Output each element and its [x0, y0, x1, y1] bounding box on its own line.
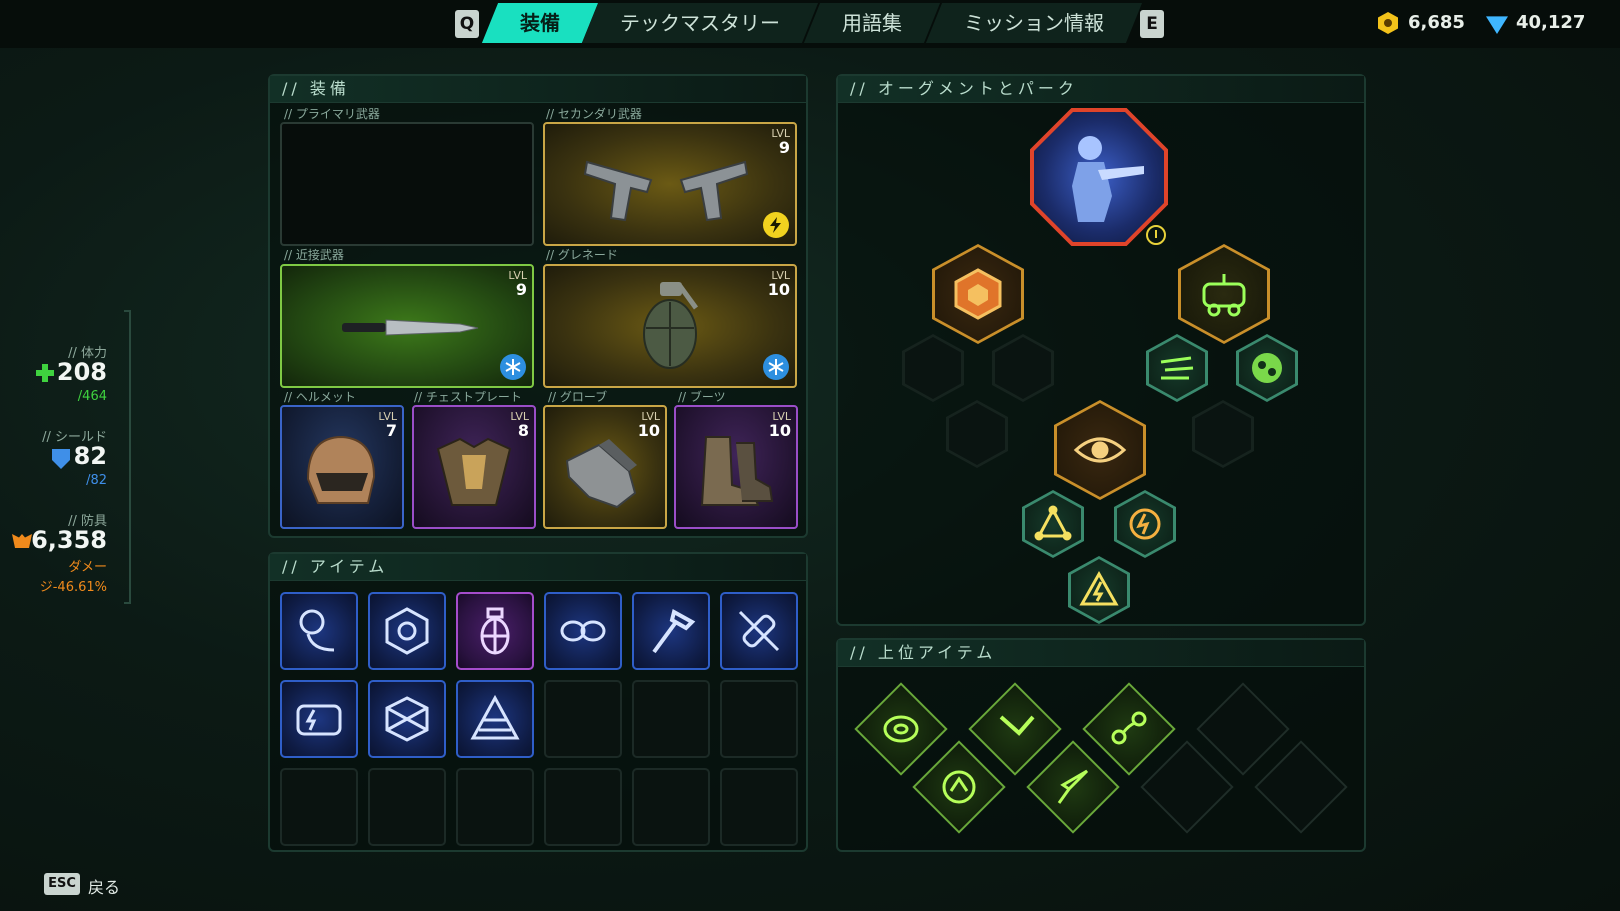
melee-weapon-label: // 近接武器 — [284, 248, 344, 262]
chain-icon — [299, 609, 335, 652]
armor-icon — [12, 534, 32, 548]
drone-icon — [1202, 274, 1246, 317]
item-bandage[interactable] — [720, 592, 798, 670]
item-slot-empty[interactable] — [720, 680, 798, 758]
dual-pistols-icon — [583, 160, 749, 222]
coin-icon — [1378, 12, 1398, 34]
hazard-icon — [1079, 570, 1119, 606]
frag-grenade-icon — [643, 282, 699, 369]
chestplate-slot[interactable]: LVL 8 — [412, 405, 536, 529]
key-e[interactable]: E — [1140, 10, 1164, 38]
gloves-slot[interactable]: LVL 10 — [543, 405, 667, 529]
gloves-icon — [565, 439, 637, 509]
item-slot-empty[interactable] — [544, 680, 622, 758]
target-icon — [1146, 225, 1166, 245]
health-value: 208 — [56, 358, 107, 386]
boots-slot[interactable]: LVL 10 — [674, 405, 798, 529]
esc-key[interactable]: ESC — [44, 873, 80, 895]
item-crate[interactable] — [368, 680, 446, 758]
battery-icon — [296, 704, 342, 736]
chestplate-icon — [436, 437, 512, 506]
tab-tech-mastery[interactable]: テックマスタリー — [581, 3, 819, 43]
item-slot-empty[interactable] — [280, 768, 358, 846]
helmet-icon — [306, 435, 376, 504]
item-slot-empty[interactable] — [456, 768, 534, 846]
item-chain[interactable] — [280, 592, 358, 670]
stats-bracket — [124, 310, 131, 604]
tab-mission-info[interactable]: ミッション情報 — [925, 3, 1143, 43]
grenade-level: 10 — [767, 280, 790, 299]
gem-count: 40,127 — [1516, 12, 1586, 33]
item-goggles[interactable] — [544, 592, 622, 670]
lightning-badge-icon — [763, 212, 789, 238]
melee-weapon-slot[interactable]: LVL 9 — [280, 264, 534, 388]
item-grenade[interactable] — [456, 592, 534, 670]
bandage-icon — [738, 610, 780, 652]
boomerang-icon — [999, 715, 1035, 736]
item-battery[interactable] — [280, 680, 358, 758]
primary-weapon-label: // プライマリ武器 — [284, 107, 380, 121]
crate-icon — [385, 696, 429, 742]
armor-damage-line2: ジ-46.61% — [39, 580, 107, 595]
dash-icon — [1160, 356, 1194, 380]
item-pyramid[interactable] — [456, 680, 534, 758]
equipment-title: // 装備 — [270, 76, 806, 103]
item-hammer[interactable] — [632, 592, 710, 670]
goggles-icon — [560, 620, 606, 642]
chestplate-label: // チェストプレート — [414, 390, 522, 404]
chain-link-icon — [1111, 711, 1147, 745]
primary-weapon-slot[interactable] — [280, 122, 534, 246]
secondary-weapon-label: // セカンダリ武器 — [546, 107, 642, 121]
grenade-label: // グレネード — [546, 248, 618, 262]
gem-icon — [1486, 16, 1508, 34]
eye-icon — [1073, 437, 1127, 463]
augments-title: // オーグメントとパーク — [838, 76, 1364, 103]
helmet-label: // ヘルメット — [284, 390, 356, 404]
health-max: /464 — [77, 389, 107, 404]
frost-badge-icon — [763, 354, 789, 380]
grenade-icon — [480, 607, 510, 655]
boots-icon — [700, 436, 774, 506]
emblem-icon — [942, 770, 976, 804]
armor-damage-line1: ダメー — [68, 560, 107, 575]
virus-icon — [1252, 353, 1282, 383]
back-label[interactable]: 戻る — [88, 874, 120, 898]
coin-count: 6,685 — [1408, 12, 1465, 33]
tire-icon — [883, 715, 919, 743]
background — [0, 0, 1620, 911]
shell-icon — [385, 607, 429, 655]
secondary-weapon-slot[interactable]: LVL 9 — [543, 122, 797, 246]
top-bar: Q 装備 テックマスタリー 用語集 ミッション情報 E 6,685 40,127 — [0, 0, 1620, 48]
hammer-icon — [652, 608, 696, 654]
items-title: // アイテム — [270, 554, 806, 581]
network-icon — [1034, 505, 1072, 541]
pyramid-icon — [470, 694, 520, 740]
frost-badge-icon — [500, 354, 526, 380]
grenade-slot[interactable]: LVL 10 — [543, 264, 797, 388]
shield-max: /82 — [86, 473, 107, 488]
item-slot-empty[interactable] — [544, 768, 622, 846]
gloves-label: // グローブ — [548, 390, 608, 404]
top-items-title: // 上位アイテム — [838, 640, 1364, 667]
health-cross-icon — [36, 364, 54, 382]
item-slot-empty[interactable] — [720, 768, 798, 846]
boots-label: // ブーツ — [678, 390, 726, 404]
item-slot-empty[interactable] — [368, 768, 446, 846]
tab-glossary[interactable]: 用語集 — [803, 3, 941, 43]
melee-level: 9 — [515, 280, 527, 299]
key-q[interactable]: Q — [455, 10, 479, 38]
knife-icon — [342, 319, 479, 336]
soldier-icon — [1072, 136, 1144, 222]
item-shell[interactable] — [368, 592, 446, 670]
helmet-slot[interactable]: LVL 7 — [280, 405, 404, 529]
secondary-level: 9 — [778, 138, 790, 157]
item-slot-empty[interactable] — [632, 768, 710, 846]
item-slot-empty[interactable] — [632, 680, 710, 758]
armor-value: 6,358 — [31, 526, 107, 554]
vortex-icon — [1129, 508, 1161, 540]
shield-value: 82 — [73, 442, 107, 470]
rocket-icon — [1057, 769, 1089, 804]
tab-equipment[interactable]: 装備 — [481, 3, 599, 43]
shield-crest-icon — [954, 268, 1002, 320]
